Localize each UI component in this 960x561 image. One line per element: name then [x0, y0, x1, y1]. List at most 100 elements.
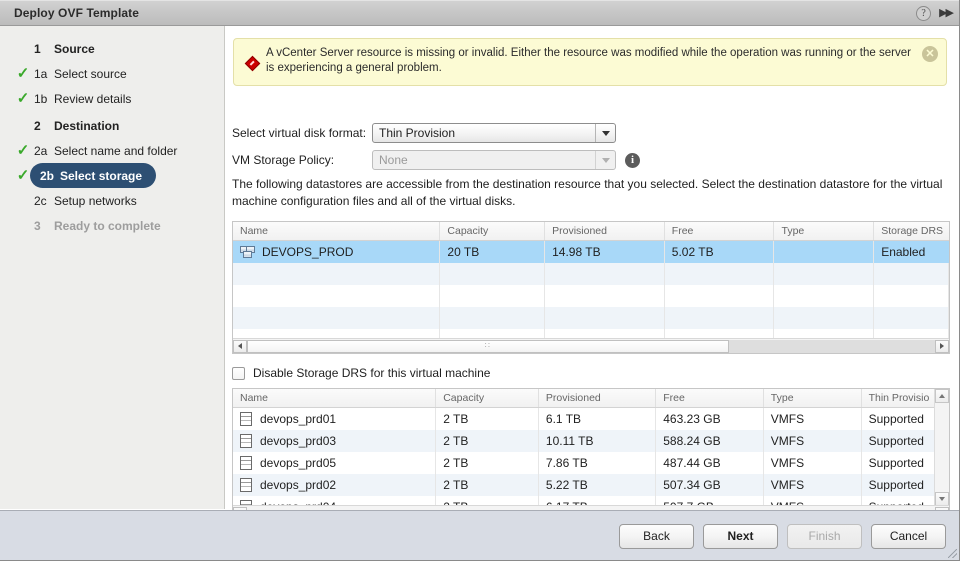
info-icon[interactable]: i: [625, 152, 640, 168]
table-header-row: Name Capacity Provisioned Free Type Thin…: [233, 389, 949, 408]
nav-item-text: Select source: [54, 66, 127, 81]
scroll-right-icon[interactable]: [935, 339, 949, 353]
datastore-icon: [240, 478, 252, 492]
cell-capacity: 2 TB: [436, 408, 539, 430]
scroll-left-icon[interactable]: [233, 339, 247, 353]
column-header-free[interactable]: Free: [656, 389, 764, 407]
cell-name-text: devops_prd02: [260, 477, 337, 492]
cell-empty: [665, 263, 775, 285]
column-header-storage-drs[interactable]: Storage DRS: [874, 222, 949, 240]
cell-free: 588.24 GB: [656, 430, 764, 452]
resize-grip[interactable]: [948, 549, 957, 558]
column-header-name[interactable]: Name: [233, 222, 441, 240]
cell-name: devops_prd01: [233, 408, 437, 430]
column-header-capacity[interactable]: Capacity: [436, 389, 539, 407]
cancel-button[interactable]: Cancel: [871, 523, 946, 549]
datastore-table: Name Capacity Provisioned Free Type Thin…: [232, 388, 950, 521]
column-header-thin-provisioned[interactable]: Thin Provisio: [862, 389, 934, 407]
scroll-thumb[interactable]: ∷: [247, 339, 729, 353]
wizard-steps-nav: 1 Source ✓ 1a Select source ✓ 1b Review det…: [0, 26, 225, 509]
nav-item-destination[interactable]: 2 Destination: [8, 113, 216, 138]
cell-name-text: devops_prd05: [260, 455, 337, 470]
storage-policy-row: VM Storage Policy: None i: [232, 150, 640, 170]
nav-item-setup-networks[interactable]: 2c Setup networks: [8, 188, 216, 213]
cell-thin-provisioned: Supported: [868, 477, 924, 492]
next-button[interactable]: Next: [703, 523, 778, 549]
column-header-name[interactable]: Name: [233, 389, 437, 407]
titlebar-actions: ? ▶▶: [916, 5, 954, 21]
table-row[interactable]: devops_prd03 2 TB 10.11 TB 588.24 GB VMF…: [233, 430, 949, 452]
cell-empty: [774, 307, 875, 329]
cell-name: devops_prd05: [233, 452, 437, 474]
cell-type: VMFS: [764, 430, 862, 452]
nav-item-text: Review details: [54, 91, 132, 106]
cell-thin-provisioned: Supported: [868, 455, 924, 470]
column-header-provisioned[interactable]: Provisioned: [545, 222, 665, 240]
cell-provisioned: 6.1 TB: [539, 408, 657, 430]
table-row[interactable]: devops_prd01 2 TB 6.1 TB 463.23 GB VMFS …: [233, 408, 949, 430]
disable-storage-drs-row[interactable]: Disable Storage DRS for this virtual mac…: [232, 366, 490, 380]
datastore-table-vertical-scrollbar[interactable]: [934, 389, 949, 506]
nav-item-select-storage[interactable]: 2b Select storage: [30, 163, 157, 188]
cluster-table-horizontal-scrollbar[interactable]: ∷: [233, 338, 949, 353]
table-header-row: Name Capacity Provisioned Free Type Stor…: [233, 222, 949, 241]
cell-provisioned: 7.86 TB: [539, 452, 657, 474]
nav-item-select-name-and-folder[interactable]: ✓ 2a Select name and folder: [8, 138, 216, 163]
cell-provisioned: 14.98 TB: [545, 241, 665, 263]
nav-item-label: 1 Source: [34, 42, 95, 56]
scroll-track[interactable]: ∷: [247, 339, 935, 353]
nav-item-label: 2 Destination: [34, 119, 119, 133]
cell-thin-provisioned: Supported: [868, 433, 924, 448]
cell-type: VMFS: [764, 474, 862, 496]
chevron-down-icon[interactable]: [595, 124, 615, 142]
cell-empty: [233, 285, 441, 307]
disk-format-select[interactable]: Thin Provision: [372, 123, 616, 143]
column-header-free[interactable]: Free: [665, 222, 775, 240]
cell-empty: [545, 307, 665, 329]
nav-item-number: 1a: [34, 66, 48, 81]
finish-button: Finish: [787, 523, 862, 549]
cell-empty: [665, 307, 775, 329]
table-row[interactable]: devops_prd02 2 TB 5.22 TB 507.34 GB VMFS…: [233, 474, 949, 496]
cell-thin-provisioned: Supported: [868, 411, 924, 426]
cell-name-text: DEVOPS_PROD: [262, 244, 354, 259]
nav-item-select-source[interactable]: ✓ 1a Select source: [8, 61, 216, 86]
nav-item-label: 2c Setup networks: [34, 194, 137, 208]
nav-item-label: 2b Select storage: [40, 169, 142, 183]
nav-item-number: 2b: [40, 168, 55, 183]
cell-type: VMFS: [764, 408, 862, 430]
cell-empty: [774, 263, 875, 285]
banner-close-icon[interactable]: ✕: [922, 46, 938, 62]
column-header-type[interactable]: Type: [764, 389, 862, 407]
cell-free: 507.34 GB: [656, 474, 764, 496]
column-header-type[interactable]: Type: [774, 222, 875, 240]
nav-item-number: 3: [34, 218, 41, 233]
disk-format-row: Select virtual disk format: Thin Provisi…: [232, 123, 616, 143]
nav-item-number: 2: [34, 118, 41, 133]
column-header-capacity[interactable]: Capacity: [440, 222, 546, 240]
cell-capacity: 2 TB: [436, 474, 539, 496]
back-button[interactable]: Back: [619, 523, 694, 549]
column-header-provisioned[interactable]: Provisioned: [539, 389, 657, 407]
collapse-right-icon[interactable]: ▶▶: [939, 7, 954, 19]
nav-item-source[interactable]: 1 Source: [8, 36, 216, 61]
cell-type: [774, 241, 875, 263]
table-row-empty: [233, 285, 949, 307]
nav-item-number: 1: [34, 41, 41, 56]
nav-item-number: 2c: [34, 193, 47, 208]
help-icon[interactable]: ?: [916, 5, 932, 21]
datastore-cluster-table: Name Capacity Provisioned Free Type Stor…: [232, 221, 950, 354]
dialog-titlebar: Deploy OVF Template ? ▶▶: [0, 0, 959, 26]
nav-item-review-details[interactable]: ✓ 1b Review details: [8, 86, 216, 111]
scroll-down-icon[interactable]: [935, 492, 949, 506]
disable-storage-drs-checkbox[interactable]: [232, 366, 245, 380]
storage-policy-value: None: [379, 153, 408, 167]
nav-item-text: Setup networks: [54, 193, 137, 208]
table-row-empty: [233, 307, 949, 329]
nav-item-label: 1a Select source: [34, 67, 127, 81]
table-row[interactable]: devops_prd05 2 TB 7.86 TB 487.44 GB VMFS…: [233, 452, 949, 474]
table-row[interactable]: DEVOPS_PROD 20 TB 14.98 TB 5.02 TB Enabl…: [233, 241, 949, 263]
scroll-thumb-grip: ∷: [484, 341, 491, 350]
cell-empty: [440, 307, 546, 329]
scroll-up-icon[interactable]: [935, 389, 949, 403]
